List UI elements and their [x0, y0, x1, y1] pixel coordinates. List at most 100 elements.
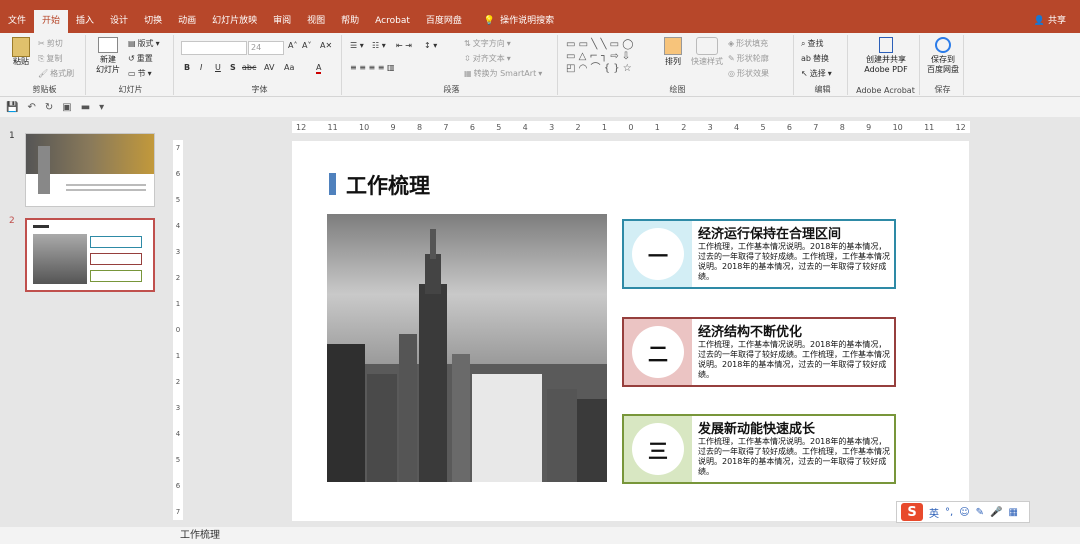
align-text-label: 对齐文本	[472, 54, 505, 63]
shadow-button[interactable]: S	[230, 63, 236, 72]
text-direction-button[interactable]: ⇅ 文字方向 ▾	[464, 38, 511, 49]
cut-button[interactable]: ✂ 剪切	[38, 38, 63, 49]
redo-icon[interactable]: ↻	[45, 102, 53, 113]
font-size-select[interactable]: 24	[248, 41, 284, 55]
microphone-icon[interactable]: 🎤	[990, 507, 1002, 518]
slide-title[interactable]: 工作梳理	[346, 170, 430, 200]
tab-8[interactable]: 视图	[299, 10, 333, 33]
align-text-button[interactable]: ⇳ 对齐文本 ▾	[464, 53, 511, 64]
char-spacing-button[interactable]: AV	[264, 63, 274, 72]
strikethrough-button[interactable]: abc	[242, 63, 256, 72]
sogou-logo[interactable]: S	[901, 503, 923, 521]
vertical-ruler: 7 6 5 4 3 2 1 0 1 2 3 4 5 6 7	[173, 140, 183, 520]
emoji-icon[interactable]: ☺	[959, 507, 969, 518]
slides-group-label: 幻灯片	[118, 85, 143, 94]
city-skyline-photo[interactable]	[327, 214, 607, 482]
tab-3[interactable]: 设计	[102, 10, 136, 33]
numbering-button[interactable]: ☷ ▾	[372, 41, 386, 50]
create-pdf-button[interactable]: 创建并共享 Adobe PDF	[854, 37, 918, 75]
tab-7[interactable]: 审阅	[265, 10, 299, 33]
notes-text[interactable]: 工作梳理	[180, 530, 220, 541]
line-spacing-button[interactable]: ↕ ▾	[424, 41, 437, 50]
input-mode-toggle[interactable]: 英	[929, 505, 939, 520]
card-body[interactable]: 工作梳理，工作基本情况说明。2018年的基本情况，过去的一年取得了较好成绩。工作…	[698, 437, 892, 477]
card-title[interactable]: 经济运行保持在合理区间	[698, 223, 841, 242]
info-card-1[interactable]: 一经济运行保持在合理区间 工作梳理，工作基本情况说明。2018年的基本情况，过去的…	[622, 219, 896, 289]
card-title[interactable]: 发展新动能快速成长	[698, 418, 815, 437]
pen-icon[interactable]: ✎	[976, 507, 984, 518]
paste-button[interactable]: 粘贴	[6, 37, 36, 67]
acrobat-group-label: Adobe Acrobat	[856, 86, 915, 95]
tab-10[interactable]: Acrobat	[367, 10, 418, 33]
underline-button[interactable]: U	[215, 63, 221, 72]
bullets-button[interactable]: ☰ ▾	[350, 41, 364, 50]
tab-4[interactable]: 切换	[136, 10, 170, 33]
ruler-tick-label: 0	[175, 326, 181, 334]
shape-fill-button[interactable]: ◈ 形状填充	[728, 38, 768, 49]
save-to-baidu-button[interactable]: 保存到 百度网盘	[922, 37, 964, 75]
title-accent-bar	[329, 173, 336, 195]
customize-icon[interactable]: ▾	[99, 102, 104, 113]
quick-styles-button[interactable]: 快速样式	[690, 37, 724, 67]
chevron-down-icon: ▾	[155, 39, 160, 48]
tab-11[interactable]: 百度网盘	[418, 10, 470, 33]
clear-format-icon[interactable]: A✕	[320, 41, 332, 50]
shape-outline-button[interactable]: ✎ 形状轮廓	[728, 53, 769, 64]
pen-icon: ✎	[728, 54, 735, 63]
reset-button[interactable]: ↺ 重置	[128, 53, 153, 64]
shape-outline-label: 形状轮廓	[736, 54, 769, 63]
ruler-tick-label: 2	[575, 122, 581, 132]
indent-buttons[interactable]: ⇤ ⇥	[396, 41, 412, 50]
tab-1[interactable]: 开始	[34, 10, 69, 33]
select-button[interactable]: ↖ 选择 ▾	[801, 68, 832, 79]
arrange-icon	[664, 37, 682, 55]
grid-icon[interactable]: ▦	[1008, 507, 1017, 518]
tab-9[interactable]: 帮助	[333, 10, 367, 33]
card-title[interactable]: 经济结构不断优化	[698, 321, 802, 340]
card-body[interactable]: 工作梳理，工作基本情况说明。2018年的基本情况，过去的一年取得了较好成绩。工作…	[698, 340, 892, 380]
ruler-tick-label: 6	[786, 122, 792, 132]
arrange-label: 排列	[665, 57, 681, 66]
convert-smartart-button[interactable]: ▦ 转换为 SmartArt ▾	[464, 68, 542, 79]
font-name-select[interactable]	[181, 41, 247, 55]
find-button[interactable]: ⌕ 查找	[801, 38, 823, 49]
tab-5[interactable]: 动画	[170, 10, 204, 33]
punctuation-icon[interactable]: °,	[945, 507, 953, 518]
shape-effects-button[interactable]: ◎ 形状效果	[728, 68, 769, 79]
tab-6[interactable]: 幻灯片放映	[204, 10, 265, 33]
shapes-gallery[interactable]: ▭ ▭ ╲ ╲ ▭ ◯ ▭ △ ⌐ ┐ ⇨ ⇩ ◰ ◠ ⌒ { } ☆	[566, 39, 650, 79]
slideshow-icon[interactable]: ▣	[62, 102, 71, 113]
tell-me-search[interactable]: 💡 操作说明搜索	[476, 10, 562, 33]
save-label-1: 保存到	[931, 55, 955, 64]
slide-thumbnail-2[interactable]	[25, 218, 155, 292]
tab-0[interactable]: 文件	[0, 10, 34, 33]
italic-button[interactable]: I	[200, 63, 202, 72]
card-body[interactable]: 工作梳理，工作基本情况说明。2018年的基本情况，过去的一年取得了较好成绩。工作…	[698, 242, 892, 282]
change-case-button[interactable]: Aa	[284, 63, 294, 72]
folder-icon[interactable]: ▬	[81, 102, 90, 113]
replace-button[interactable]: ab 替换	[801, 53, 829, 64]
font-color-button[interactable]: A	[316, 63, 322, 74]
new-slide-button[interactable]: 新建 幻灯片	[90, 37, 126, 75]
shrink-font-button[interactable]: A˅	[302, 41, 311, 50]
save-icon[interactable]: 💾	[6, 102, 18, 113]
info-card-3[interactable]: 三发展新动能快速成长 工作梳理，工作基本情况说明。2018年的基本情况，过去的一年…	[622, 414, 896, 484]
info-card-2[interactable]: 二经济结构不断优化 工作梳理，工作基本情况说明。2018年的基本情况，过去的一年取…	[622, 317, 896, 387]
tab-2[interactable]: 插入	[68, 10, 102, 33]
section-button[interactable]: ▭ 节 ▾	[128, 68, 152, 79]
grow-font-button[interactable]: A˄	[288, 41, 297, 50]
slide-canvas[interactable]: 工作梳理 一经济运行保持在合理区间 工作梳理，工作基本情况说明。2018年的基本情…	[292, 141, 969, 521]
share-button[interactable]: 👤 共享	[1034, 10, 1066, 33]
layout-button[interactable]: ▤ 版式 ▾	[128, 38, 160, 49]
format-painter-button[interactable]: 🖌 格式刷	[38, 68, 74, 79]
undo-icon[interactable]: ↶	[27, 102, 35, 113]
bold-button[interactable]: B	[184, 63, 190, 72]
arrange-button[interactable]: 排列	[660, 37, 686, 67]
copy-button[interactable]: ⎘ 复制	[38, 53, 62, 64]
align-buttons[interactable]: ≡ ≡ ≡ ≡ ▥	[350, 63, 395, 72]
thumbnail-number-2: 2	[9, 216, 15, 226]
ruler-tick-label: 1	[654, 122, 660, 132]
slide-thumbnail-1[interactable]	[25, 133, 155, 207]
ruler-tick-label: 7	[175, 508, 181, 516]
search-icon: ⌕	[801, 38, 806, 48]
